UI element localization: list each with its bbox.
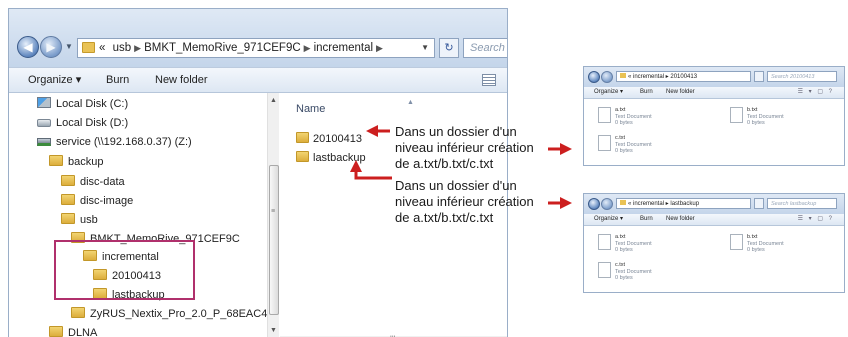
refresh-icon[interactable] (754, 198, 764, 209)
burn-button[interactable]: Burn (640, 214, 653, 225)
file-size: 0 bytes (747, 247, 765, 253)
command-bar: Organize ▾ Burn New folder ☰ ▾ ▢ ? (584, 214, 844, 226)
text-document-icon (598, 107, 611, 123)
forward-button[interactable] (601, 71, 613, 83)
address-text[interactable]: « incremental ▸ 20100413 (628, 74, 697, 80)
new-folder-button[interactable]: New folder (666, 214, 695, 225)
views-icon[interactable]: ☰ ▾ ▢ ? (798, 214, 834, 225)
back-button[interactable] (588, 198, 600, 210)
arrow-to-lastbackup (350, 160, 392, 180)
file-size: 0 bytes (615, 120, 633, 126)
arrow-to-20100413 (366, 125, 390, 137)
search-input[interactable]: Search lastbackup (767, 198, 837, 209)
arrow-to-mini-window-1 (548, 143, 572, 155)
text-document-icon (598, 135, 611, 151)
command-bar: Organize ▾ Burn New folder ☰ ▾ ▢ ? (584, 87, 844, 99)
file-size: 0 bytes (615, 148, 633, 154)
mini-window-lastbackup: « incremental ▸ lastbackup Search lastba… (583, 193, 845, 293)
back-button[interactable] (588, 71, 600, 83)
text-document-icon (730, 107, 743, 123)
search-input[interactable]: Search 20100413 (767, 71, 837, 82)
text-document-icon (598, 262, 611, 278)
text-document-icon (598, 234, 611, 250)
text-document-icon (730, 234, 743, 250)
file-size: 0 bytes (615, 275, 633, 281)
refresh-icon[interactable] (754, 71, 764, 82)
burn-button[interactable]: Burn (640, 87, 653, 98)
new-folder-button[interactable]: New folder (666, 87, 695, 98)
mini-window-20100413: « incremental ▸ 20100413 Search 20100413… (583, 66, 845, 166)
address-text[interactable]: « incremental ▸ lastbackup (628, 201, 699, 207)
address-bar[interactable]: « incremental ▸ lastbackup (616, 198, 751, 209)
folder-icon (620, 73, 626, 78)
file-size: 0 bytes (615, 247, 633, 253)
organize-button[interactable]: Organize ▾ (594, 87, 623, 98)
folder-icon (620, 200, 626, 205)
file-size: 0 bytes (747, 120, 765, 126)
views-icon[interactable]: ☰ ▾ ▢ ? (798, 87, 834, 98)
arrow-to-mini-window-2 (548, 197, 572, 209)
forward-button[interactable] (601, 198, 613, 210)
address-bar[interactable]: « incremental ▸ 20100413 (616, 71, 751, 82)
organize-button[interactable]: Organize ▾ (594, 214, 623, 225)
